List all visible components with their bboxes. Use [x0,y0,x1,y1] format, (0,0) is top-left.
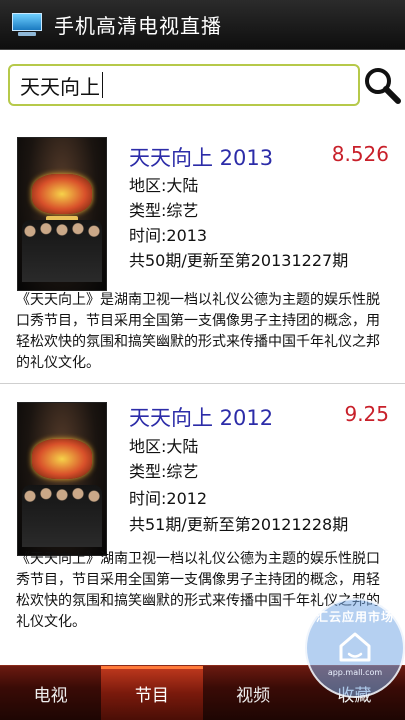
search-bar [0,50,405,130]
watermark-text: 汇云应用市场 [315,610,394,624]
watermark-url: app.mall.com [327,668,383,677]
tv-icon [12,12,42,37]
watermark-badge: 汇云应用市场 app.mall.com [305,598,405,698]
list-item[interactable]: 天天向上 2013 8.526 地区:大陆 类型:综艺 时间:2013 共50期… [0,130,405,384]
show-logo [32,174,92,214]
tab-programs[interactable]: 节目 [101,666,203,720]
region-text: 地区:大陆 [129,176,199,195]
poster-image [17,137,107,291]
text-caret [102,72,103,98]
app-title: 手机高清电视直播 [54,14,222,38]
search-icon[interactable] [362,64,402,106]
rating-score: 8.526 [331,142,389,166]
time-text: 时间:2012 [129,489,208,508]
cloud-house-icon [339,632,371,662]
show-title[interactable]: 天天向上 2013 [129,142,273,172]
poster-hosts [22,485,102,547]
tab-videos[interactable]: 视频 [203,666,304,720]
rating-score: 9.25 [344,402,389,426]
tab-tv[interactable]: 电视 [0,666,101,720]
episodes-text: 共50期/更新至第20131227期 [129,251,349,270]
description-text: 《天天向上》是湖南卫视一档以礼仪公德为主题的娱乐性脱口秀节目，节目采用全国第一支… [16,292,380,371]
title-bar: 手机高清电视直播 [0,0,405,50]
search-input[interactable] [8,64,360,106]
genre-text: 类型:综艺 [129,462,199,481]
poster-hosts [22,220,102,282]
time-text: 时间:2013 [129,226,208,245]
poster-image [17,402,107,556]
show-title[interactable]: 天天向上 2012 [129,402,273,432]
region-text: 地区:大陆 [129,437,199,456]
result-list: 天天向上 2013 8.526 地区:大陆 类型:综艺 时间:2013 共50期… [0,130,405,646]
genre-text: 类型:综艺 [129,201,199,220]
show-logo [32,439,92,479]
episodes-text: 共51期/更新至第20121228期 [129,515,349,534]
